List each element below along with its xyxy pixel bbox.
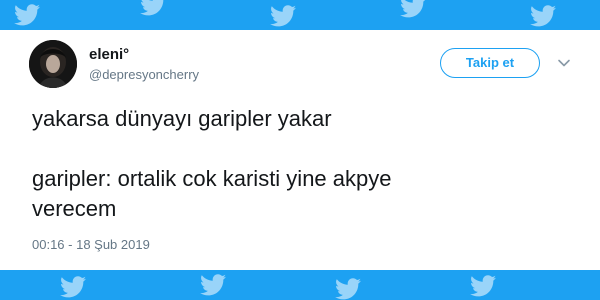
twitter-bird-icon [270, 5, 296, 27]
twitter-bird-icon [400, 0, 426, 18]
user-handle[interactable]: @depresyoncherry [89, 67, 199, 82]
decorative-header-band [0, 0, 600, 30]
twitter-bird-icon [470, 275, 496, 297]
avatar[interactable] [29, 40, 77, 88]
twitter-bird-icon [335, 278, 361, 300]
decorative-footer-band [0, 270, 600, 300]
twitter-bird-icon [60, 276, 86, 298]
twitter-bird-icon [200, 274, 226, 296]
chevron-down-icon[interactable] [557, 56, 571, 70]
follow-button[interactable]: Takip et [440, 48, 540, 78]
tweet-screenshot: eleni° @depresyoncherry Takip et yakarsa… [0, 0, 600, 300]
twitter-bird-icon [14, 4, 40, 26]
tweet-text-line: yakarsa dünyayı garipler yakar [32, 106, 332, 131]
twitter-bird-icon [530, 5, 556, 27]
tweet-timestamp[interactable]: 00:16 - 18 Şub 2019 [32, 237, 150, 252]
user-display-name[interactable]: eleni° [89, 46, 129, 63]
tweet-text-line: garipler: ortalik cok karisti yine akpye [32, 166, 392, 191]
twitter-bird-icon [140, 0, 166, 16]
tweet-text-line: verecem [32, 196, 117, 221]
